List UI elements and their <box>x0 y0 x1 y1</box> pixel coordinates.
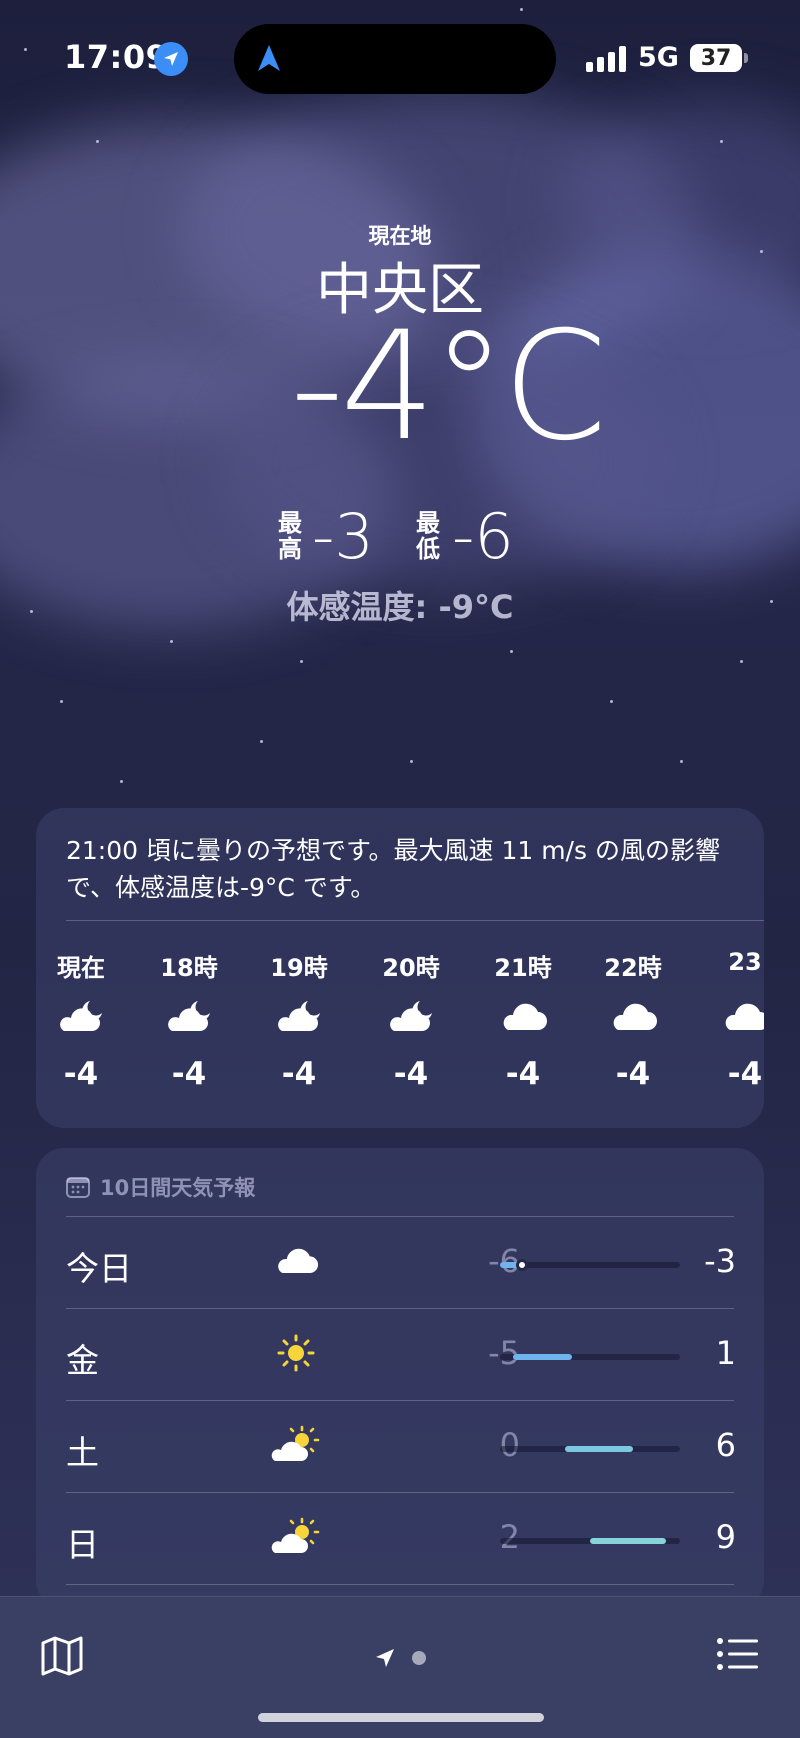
daily-row[interactable]: 金 -5 1 <box>36 1310 764 1401</box>
day-low: 2 <box>499 1518 520 1556</box>
list-icon[interactable] <box>716 1637 760 1677</box>
location-arrow-icon <box>154 42 188 76</box>
temperature-range-bar <box>500 1354 680 1360</box>
range-fill <box>512 1354 572 1360</box>
hour-temperature: -4 <box>393 1056 429 1092</box>
current-weather: 現在地 中央区 -4°C <box>0 220 800 470</box>
low-label: 最低 <box>416 509 440 563</box>
feels-like: 体感温度: -9°C <box>286 588 514 626</box>
cloud-icon <box>266 1236 326 1286</box>
hour-label: 20時 <box>382 954 440 982</box>
sun-icon <box>266 1328 326 1378</box>
day-high: 1 <box>715 1334 736 1372</box>
signal-strength-icon <box>586 46 626 72</box>
current-temperature: -4°C <box>290 300 607 474</box>
current-temp-dot <box>516 1259 528 1271</box>
range-fill <box>564 1446 634 1452</box>
calendar-icon <box>66 1177 90 1198</box>
daily-row[interactable]: 日 2 9 <box>36 1494 764 1585</box>
day-high: 9 <box>715 1518 736 1556</box>
divider <box>66 920 764 921</box>
high-label: 最高 <box>278 509 302 563</box>
day-name: 日 <box>66 1525 99 1564</box>
hourly-item: 18時 -4 <box>144 948 234 1092</box>
day-name: 土 <box>66 1433 99 1472</box>
dynamic-island <box>234 24 556 94</box>
divider <box>66 1308 734 1309</box>
daily-row[interactable]: 今日 -6 -3 <box>36 1218 764 1309</box>
hour-label: 19時 <box>270 954 328 982</box>
location-label: 現在地 <box>368 224 432 248</box>
status-bar: 17:09 5G 37 <box>0 0 800 120</box>
hour-temperature: -4 <box>505 1056 541 1092</box>
hourly-item: 19時 -4 <box>254 948 344 1092</box>
cloud-moon-icon <box>366 982 456 1052</box>
cloud-icon <box>478 982 568 1052</box>
temperature-range-bar <box>500 1446 680 1452</box>
hour-temperature: -4 <box>615 1056 651 1092</box>
daily-forecast-header: 10日間天気予報 <box>66 1172 255 1202</box>
cloud-icon <box>700 982 764 1052</box>
hour-label: 21時 <box>494 954 552 982</box>
cloud-sun-icon <box>266 1420 326 1470</box>
daily-forecast-card[interactable]: 10日間天気予報 今日 -6 -3 金 -5 1 土 0 6 日 2 9 <box>36 1148 764 1608</box>
page-dot-icon[interactable] <box>412 1651 426 1665</box>
day-high: -3 <box>704 1242 736 1280</box>
high-temperature: -3 <box>312 500 374 573</box>
cloud-moon-icon <box>144 982 234 1052</box>
cloud-moon-icon <box>36 982 126 1052</box>
hour-label: 現在 <box>57 954 105 982</box>
temperature-range-bar <box>500 1259 680 1271</box>
hourly-item: 23 -4 <box>700 948 764 1092</box>
range-fill <box>590 1538 666 1544</box>
cloud-moon-icon <box>254 982 344 1052</box>
hour-temperature: -4 <box>281 1056 317 1092</box>
temperature-range-bar <box>500 1538 680 1544</box>
hour-temperature: -4 <box>63 1056 99 1092</box>
location-arrow-icon <box>256 43 282 77</box>
hour-label: 18時 <box>160 954 218 982</box>
day-low: -6 <box>488 1242 520 1280</box>
cloud-sun-icon <box>266 1512 326 1562</box>
divider <box>66 1492 734 1493</box>
hourly-item: 20時 -4 <box>366 948 456 1092</box>
location-arrow-icon[interactable] <box>374 1647 396 1669</box>
hourly-item: 22時 -4 <box>588 948 678 1092</box>
cloud-icon <box>588 982 678 1052</box>
daily-row[interactable]: 土 0 6 <box>36 1402 764 1493</box>
high-low: 最高 -3 最低 -6 <box>0 502 800 572</box>
hourly-item: 21時 -4 <box>478 948 568 1092</box>
daily-forecast-title: 10日間天気予報 <box>100 1176 256 1200</box>
forecast-summary: 21:00 頃に曇りの予想です。最大風速 11 m/s の風の影響で、体感温度は… <box>66 836 720 902</box>
hourly-item: 現在 -4 <box>36 948 126 1092</box>
hour-label: 23 <box>728 948 762 976</box>
divider <box>66 1584 734 1585</box>
hour-temperature: -4 <box>171 1056 207 1092</box>
hourly-forecast-card[interactable]: 21:00 頃に曇りの予想です。最大風速 11 m/s の風の影響で、体感温度は… <box>36 808 764 1128</box>
low-temperature: -6 <box>452 500 514 573</box>
day-name: 金 <box>66 1341 99 1380</box>
hour-label: 22時 <box>604 954 662 982</box>
divider <box>66 1400 734 1401</box>
day-low: -5 <box>488 1334 520 1372</box>
day-name: 今日 <box>66 1249 132 1288</box>
status-time: 17:09 <box>64 38 169 76</box>
day-high: 6 <box>715 1426 736 1464</box>
network-type: 5G <box>638 42 679 73</box>
hour-temperature: -4 <box>727 1056 763 1092</box>
divider <box>66 1216 734 1217</box>
battery-indicator: 37 <box>690 44 748 72</box>
day-low: 0 <box>499 1426 520 1464</box>
map-icon[interactable] <box>40 1635 84 1679</box>
home-indicator <box>258 1713 544 1722</box>
